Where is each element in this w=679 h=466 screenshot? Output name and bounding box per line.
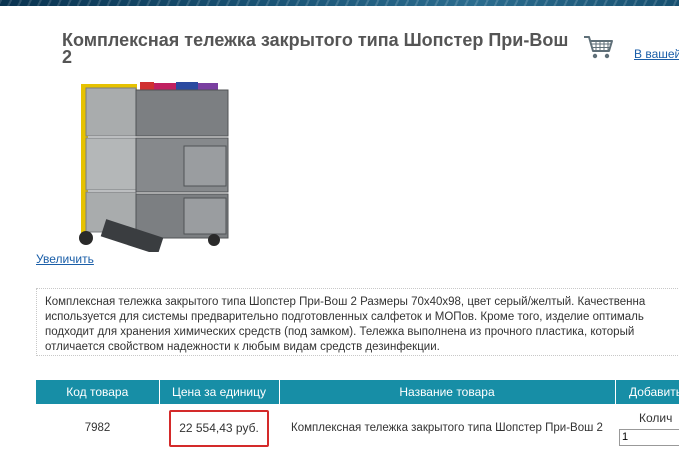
shopping-cart-icon[interactable] [583,34,615,60]
product-name: Комплексная тележка закрытого типа Шопст… [279,404,615,452]
quantity-label: Колич [639,410,673,425]
table-header-row: Код товара Цена за единицу Название това… [36,380,679,404]
cart-link[interactable]: В вашей [634,47,679,61]
price-value: 22 554,43 руб. [169,409,269,447]
price-cell: 22 554,43 руб. [159,404,279,452]
zoom-link[interactable]: Увеличить [36,252,94,266]
column-header-price: Цена за единицу [159,380,280,404]
product-code: 7982 [36,404,159,452]
product-description: Комплексная тележка закрытого типа Шопст… [36,288,679,356]
product-title: Комплексная тележка закрытого типа Шопст… [62,30,569,67]
column-header-name: Название товара [279,380,616,404]
add-cell: Колич [615,404,679,452]
column-header-code: Код товара [36,380,160,404]
product-table: Код товара Цена за единицу Название това… [36,380,679,452]
quantity-input[interactable] [619,428,679,446]
product-image[interactable] [66,80,232,252]
table-row: 7982 22 554,43 руб. Комплексная тележка … [36,404,679,452]
top-banner-strip [0,0,679,6]
column-header-add: Добавить [615,380,679,404]
